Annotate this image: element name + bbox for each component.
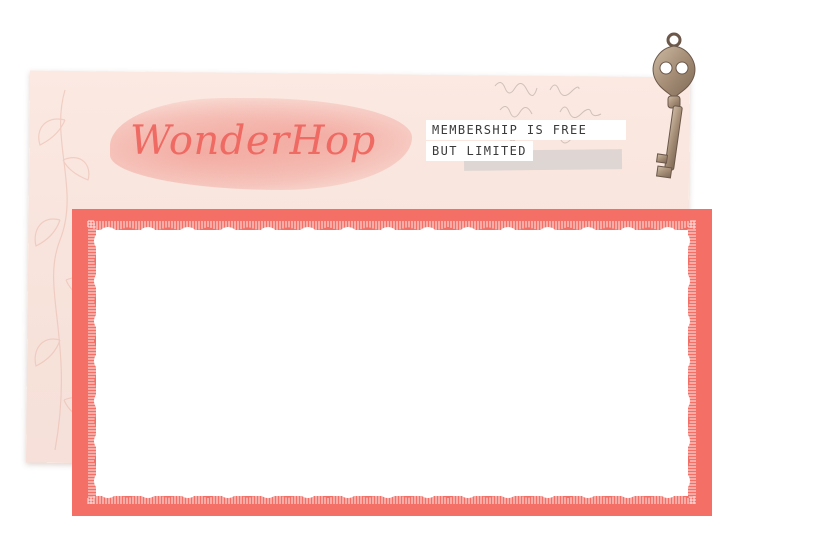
content-area: [96, 230, 688, 496]
tagline-line-1: MEMBERSHIP IS FREE: [426, 120, 626, 140]
tagline-line-2: BUT LIMITED: [426, 141, 533, 161]
brand-logo[interactable]: WonderHop: [130, 118, 376, 164]
skeleton-key-icon: [652, 32, 696, 179]
